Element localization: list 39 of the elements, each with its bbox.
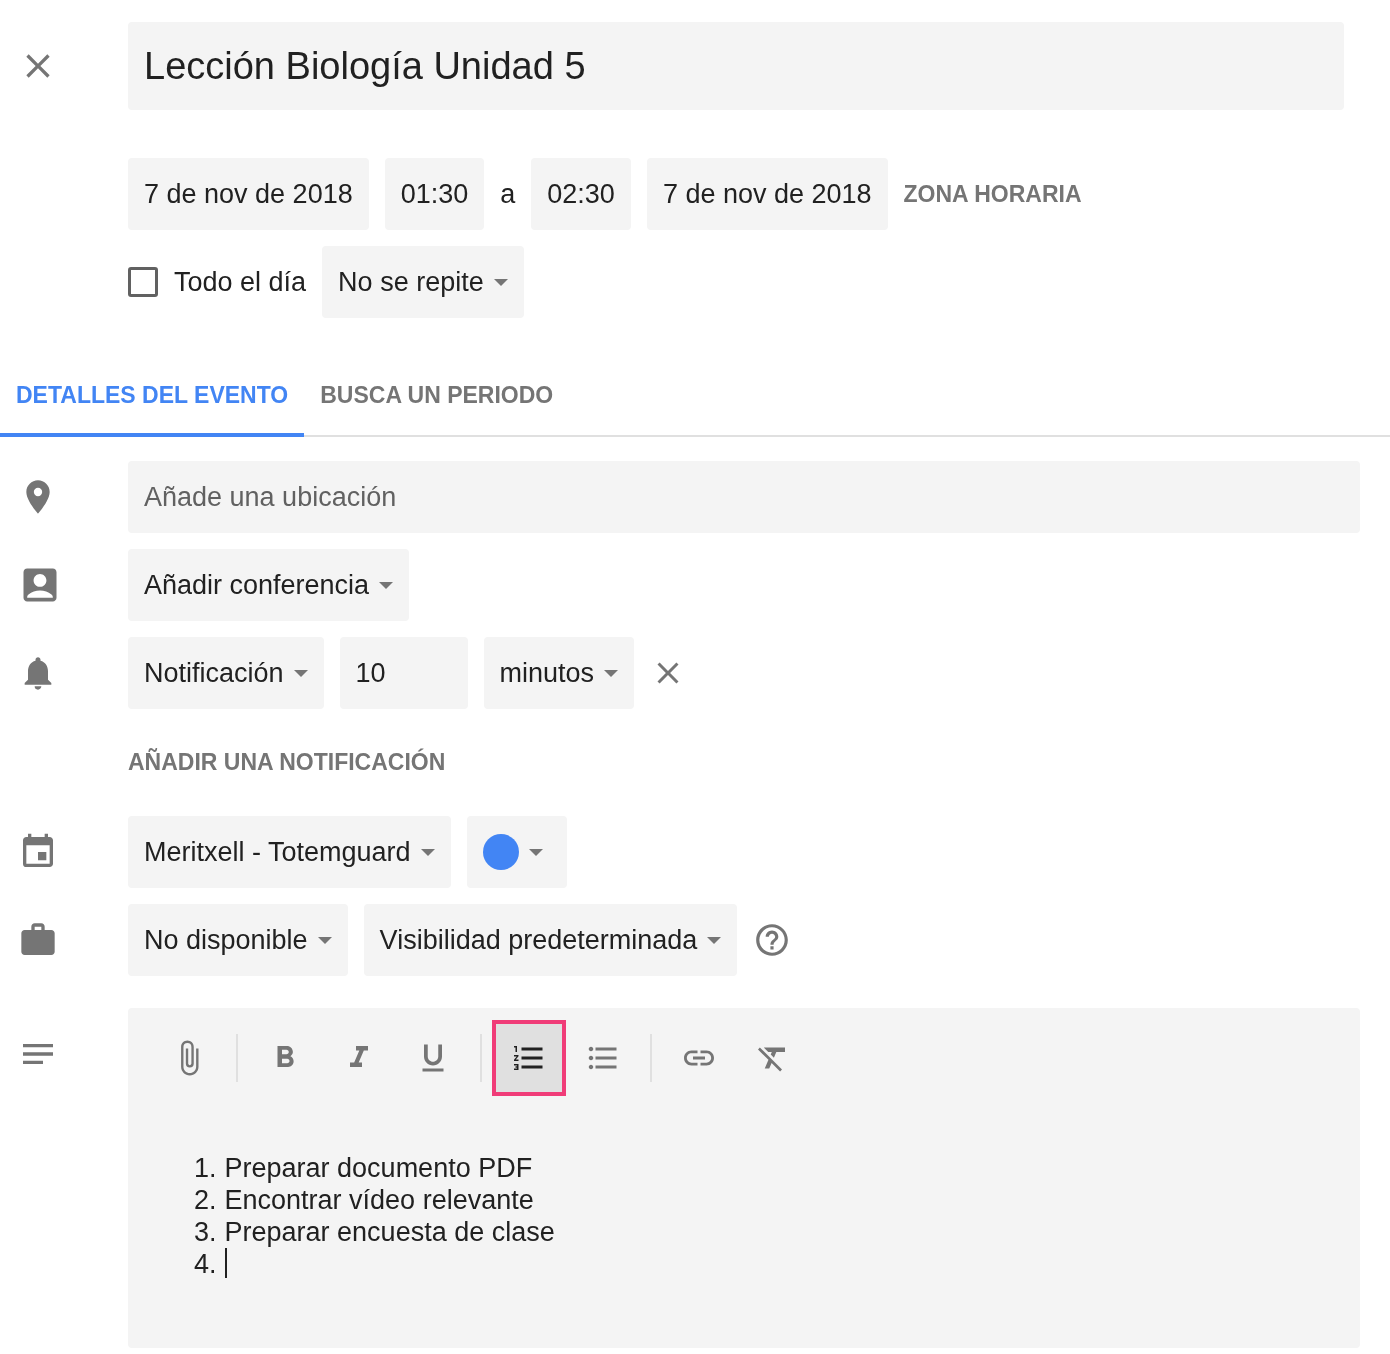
list-number: 3. (194, 1216, 217, 1248)
end-time-field[interactable]: 02:30 (531, 158, 631, 230)
location-field[interactable]: Añade una ubicación (128, 461, 1360, 533)
visibility-dropdown[interactable]: Visibilidad predeterminada (363, 904, 738, 976)
calendar-dropdown[interactable]: Meritxell - Totemguard (128, 816, 451, 888)
notification-amount-field[interactable]: 10 (339, 637, 468, 709)
availability-dropdown[interactable]: No disponible (128, 904, 348, 976)
description-editor[interactable]: 1. Preparar documento PDF 2. Encontrar vídeo relevante 3. Preparar encuesta de clase 4. (128, 1008, 1360, 1348)
dropdown-caret-icon (317, 936, 332, 944)
list-number: 4. (194, 1248, 217, 1280)
list-item-text: Encontrar vídeo relevante (224, 1184, 534, 1216)
numbered-list-button[interactable] (492, 1020, 566, 1096)
tab[interactable]: DETALLES DEL EVENTO (0, 382, 305, 437)
timezone-link[interactable]: ZONA HORARIA (903, 180, 1082, 208)
dropdown-caret-icon (604, 669, 619, 677)
notification-unit-dropdown[interactable]: minutos (483, 637, 635, 709)
list-number: 1. (194, 1152, 217, 1184)
notification-type-dropdown[interactable]: Notificación (128, 637, 324, 709)
end-date-field[interactable]: 7 de nov de 2018 (646, 158, 888, 230)
event-title-field[interactable]: Lección Biología Unidad 5 (128, 22, 1344, 110)
range-separator: a (500, 178, 516, 210)
all-day-label: Todo el día (174, 266, 307, 298)
repeat-dropdown[interactable]: No se repite (322, 246, 524, 318)
list-item-text: Preparar encuesta de clase (224, 1216, 555, 1248)
tab[interactable]: BUSCA UN PERIODO (304, 382, 570, 437)
dropdown-caret-icon (379, 581, 394, 589)
dropdown-caret-icon (707, 936, 722, 944)
dropdown-caret-icon (293, 669, 308, 677)
list-number: 2. (194, 1184, 217, 1216)
start-date-field[interactable]: 7 de nov de 2018 (128, 158, 369, 230)
all-day-checkbox[interactable] (128, 267, 158, 297)
add-notification-link[interactable]: AÑADIR UNA NOTIFICACIÓN (128, 749, 446, 776)
color-dropdown[interactable] (466, 816, 567, 888)
dropdown-caret-icon (528, 848, 543, 856)
conference-dropdown[interactable]: Añadir conferencia (128, 549, 410, 621)
dropdown-caret-icon (493, 278, 508, 286)
start-time-field[interactable]: 01:30 (384, 158, 485, 230)
list-item-text: Preparar documento PDF (224, 1152, 533, 1184)
dropdown-caret-icon (420, 848, 435, 856)
